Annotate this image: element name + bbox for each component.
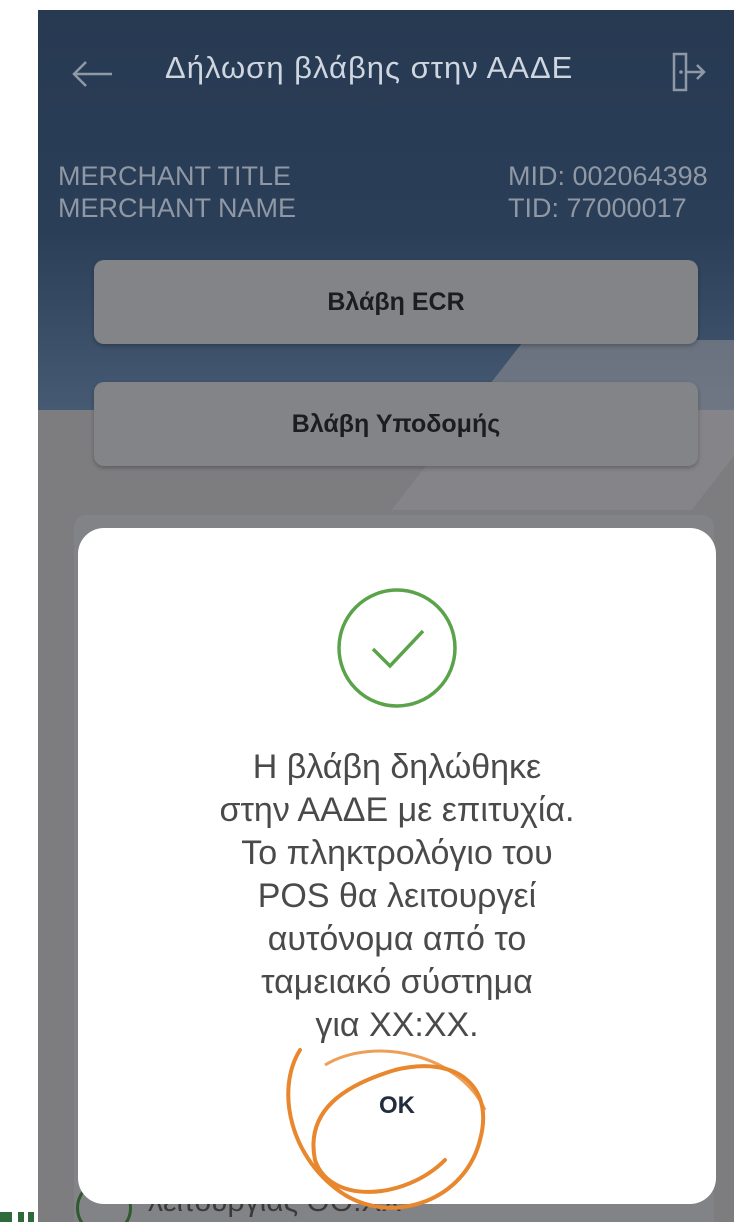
merchant-info: MERCHANT TITLE MERCHANT NAME <box>58 160 296 224</box>
ok-button[interactable]: OK <box>347 1083 447 1129</box>
arrow-left-icon[interactable] <box>70 60 114 93</box>
terminal-info: MID: 002064398 TID: 77000017 <box>508 160 708 224</box>
ecr-fault-button[interactable]: Βλάβη ECR <box>94 260 698 344</box>
success-dialog: Η βλάβη δηλώθηκε στην ΑΑΔΕ με επιτυχία. … <box>78 528 716 1204</box>
dialog-message: Η βλάβη δηλώθηκε στην ΑΑΔΕ με επιτυχία. … <box>219 748 575 1044</box>
corner-mark <box>0 1198 38 1222</box>
merchant-title: MERCHANT TITLE <box>58 161 292 191</box>
infrastructure-fault-button[interactable]: Βλάβη Υποδομής <box>94 382 698 466</box>
checkmark-circle-icon <box>335 586 459 715</box>
merchant-name: MERCHANT NAME <box>58 193 297 223</box>
app-screen: Δήλωση βλάβης στην ΑΑΔΕ MERCHANT TITLE M… <box>38 10 734 1222</box>
terminal-id: TID: 77000017 <box>508 193 687 223</box>
logout-door-icon[interactable] <box>668 50 708 99</box>
merchant-id: MID: 002064398 <box>508 161 708 191</box>
page-title: Δήλωση βλάβης στην ΑΑΔΕ <box>165 50 574 85</box>
